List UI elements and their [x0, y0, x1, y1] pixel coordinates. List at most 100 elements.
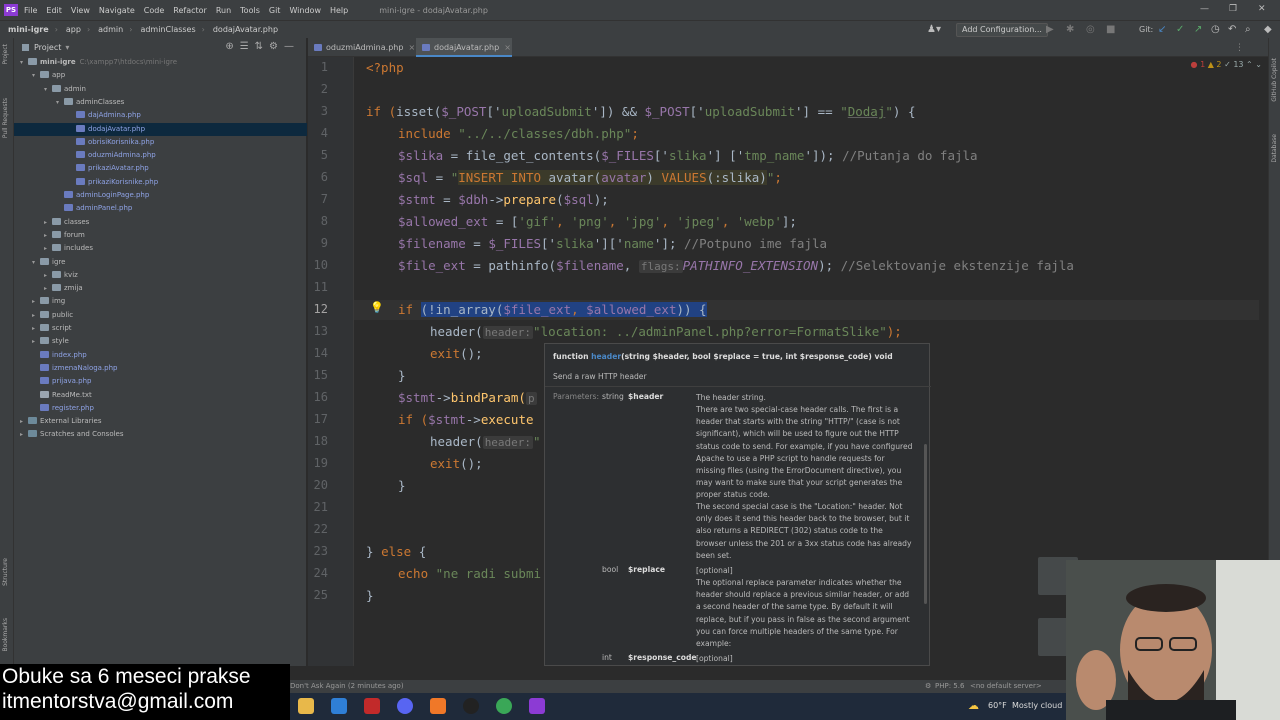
- tree-item[interactable]: prikaziAvatar.php: [14, 162, 307, 175]
- line-number[interactable]: 25: [308, 588, 328, 602]
- chevron-right-icon[interactable]: ▸: [32, 295, 40, 308]
- line-number[interactable]: 19: [308, 456, 328, 470]
- bookmarks-tool-label[interactable]: Bookmarks: [2, 618, 9, 652]
- debug-icon[interactable]: ✱: [1066, 24, 1074, 35]
- stop-icon[interactable]: ■: [1106, 24, 1115, 35]
- git-commit-icon[interactable]: ✓: [1176, 24, 1184, 35]
- chevron-down-icon[interactable]: ▾: [32, 256, 40, 269]
- line-number[interactable]: 21: [308, 500, 328, 514]
- line-number[interactable]: 15: [308, 368, 328, 382]
- close-icon[interactable]: ✕: [1258, 4, 1266, 14]
- menu-window[interactable]: Window: [289, 6, 321, 15]
- menu-navigate[interactable]: Navigate: [99, 6, 135, 15]
- line-number[interactable]: 14: [308, 346, 328, 360]
- tab-oduzmiadmina[interactable]: oduzmiAdmina.php ×: [308, 38, 415, 57]
- search-icon[interactable]: ⌕: [1245, 24, 1251, 35]
- doc-scrollbar[interactable]: [924, 444, 927, 604]
- chevron-down-icon[interactable]: ▾: [65, 43, 69, 52]
- close-tab-icon[interactable]: ×: [504, 43, 511, 52]
- chevron-down-icon[interactable]: ▾: [20, 56, 28, 69]
- menu-code[interactable]: Code: [144, 6, 164, 15]
- line-number[interactable]: 12: [308, 302, 328, 316]
- minimize-icon[interactable]: —: [1200, 4, 1209, 14]
- menu-tools[interactable]: Tools: [240, 6, 260, 15]
- tree-item[interactable]: adminLoginPage.php: [14, 189, 307, 202]
- tree-item[interactable]: ▸ kviz: [14, 269, 307, 282]
- database-tool-label[interactable]: Database: [1271, 134, 1278, 163]
- tree-item[interactable]: ▾ mini-igre C:\xampp7\htdocs\mini-igre: [14, 56, 307, 69]
- rollback-icon[interactable]: ↶: [1228, 24, 1236, 35]
- menu-refactor[interactable]: Refactor: [173, 6, 207, 15]
- menu-help[interactable]: Help: [330, 6, 348, 15]
- project-panel-actions[interactable]: ⊕☰⇅⚙—: [225, 41, 300, 52]
- status-server[interactable]: <no default server>: [970, 680, 1042, 693]
- coverage-icon[interactable]: ◎: [1086, 24, 1095, 35]
- tree-item[interactable]: register.php: [14, 402, 307, 415]
- menu-run[interactable]: Run: [216, 6, 231, 15]
- menu-edit[interactable]: Edit: [46, 6, 62, 15]
- tree-item[interactable]: ▾ app: [14, 69, 307, 82]
- menu-file[interactable]: File: [24, 6, 37, 15]
- prev-highlight-icon[interactable]: ⌃: [1246, 60, 1253, 69]
- line-number[interactable]: 9: [308, 236, 328, 250]
- chevron-right-icon[interactable]: ▸: [20, 415, 28, 428]
- quick-documentation-popup[interactable]: function header(string $header, bool $re…: [544, 343, 931, 666]
- tree-item[interactable]: adminPanel.php: [14, 202, 307, 215]
- tree-item[interactable]: ▸ script: [14, 322, 307, 335]
- chevron-right-icon[interactable]: ▸: [20, 428, 28, 441]
- tree-item[interactable]: ▸ img: [14, 295, 307, 308]
- line-number[interactable]: 22: [308, 522, 328, 536]
- breadcrumb-file[interactable]: dodajAvatar.php: [213, 25, 278, 34]
- chevron-right-icon[interactable]: ▸: [32, 335, 40, 348]
- line-number[interactable]: 20: [308, 478, 328, 492]
- chevron-down-icon[interactable]: ▾: [44, 83, 52, 96]
- obs-icon[interactable]: [463, 698, 479, 714]
- weather-text[interactable]: Mostly cloud: [1012, 701, 1062, 710]
- project-panel-title[interactable]: Project: [34, 43, 61, 52]
- breadcrumb-project[interactable]: mini-igre: [8, 25, 49, 34]
- line-number[interactable]: 13: [308, 324, 328, 338]
- line-number[interactable]: 17: [308, 412, 328, 426]
- chevron-right-icon[interactable]: ▸: [44, 269, 52, 282]
- breadcrumb-app[interactable]: app: [66, 25, 81, 34]
- chrome-icon[interactable]: [496, 698, 512, 714]
- tree-item[interactable]: izmenaNaloga.php: [14, 362, 307, 375]
- tree-item[interactable]: ▸ classes: [14, 216, 307, 229]
- line-number[interactable]: 1: [308, 60, 328, 74]
- weather-temp[interactable]: 60°F: [988, 701, 1007, 710]
- history-icon[interactable]: ◷: [1211, 24, 1220, 35]
- line-number[interactable]: 18: [308, 434, 328, 448]
- line-number[interactable]: 6: [308, 170, 328, 184]
- line-number[interactable]: 5: [308, 148, 328, 162]
- add-configuration-button[interactable]: Add Configuration...: [956, 23, 1048, 37]
- settings-icon[interactable]: ◆: [1264, 24, 1272, 35]
- doc-sig-name[interactable]: header: [591, 352, 621, 361]
- chevron-right-icon[interactable]: ▸: [44, 282, 52, 295]
- file-explorer-icon[interactable]: [298, 698, 314, 714]
- discord-icon[interactable]: [397, 698, 413, 714]
- phpstorm-icon[interactable]: [529, 698, 545, 714]
- chevron-right-icon[interactable]: ▸: [32, 322, 40, 335]
- line-number[interactable]: 10: [308, 258, 328, 272]
- chevron-right-icon[interactable]: ▸: [44, 216, 52, 229]
- chevron-right-icon[interactable]: ▸: [44, 229, 52, 242]
- line-number[interactable]: 2: [308, 82, 328, 96]
- line-number[interactable]: 11: [308, 280, 328, 294]
- run-icon[interactable]: ▶: [1046, 24, 1054, 35]
- structure-tool-label[interactable]: Structure: [2, 558, 9, 586]
- pull-requests-tool-label[interactable]: Pull Requests: [2, 98, 9, 138]
- tree-item[interactable]: ▾ igre: [14, 256, 307, 269]
- lightbulb-icon[interactable]: 💡: [370, 301, 384, 314]
- tree-item[interactable]: prijava.php: [14, 375, 307, 388]
- chevron-right-icon[interactable]: ▸: [32, 309, 40, 322]
- breadcrumb-adminclasses[interactable]: adminClasses: [140, 25, 195, 34]
- tab-list-icon[interactable]: ⋮: [1235, 43, 1244, 53]
- line-number[interactable]: 8: [308, 214, 328, 228]
- tree-item[interactable]: ▸ zmija: [14, 282, 307, 295]
- copilot-tool-label[interactable]: GitHub Copilot: [1271, 58, 1278, 102]
- tree-item[interactable]: ▸ style: [14, 335, 307, 348]
- tree-item[interactable]: ▾ admin: [14, 83, 307, 96]
- next-highlight-icon[interactable]: ⌄: [1255, 60, 1262, 69]
- line-number[interactable]: 3: [308, 104, 328, 118]
- acrobat-icon[interactable]: [364, 698, 380, 714]
